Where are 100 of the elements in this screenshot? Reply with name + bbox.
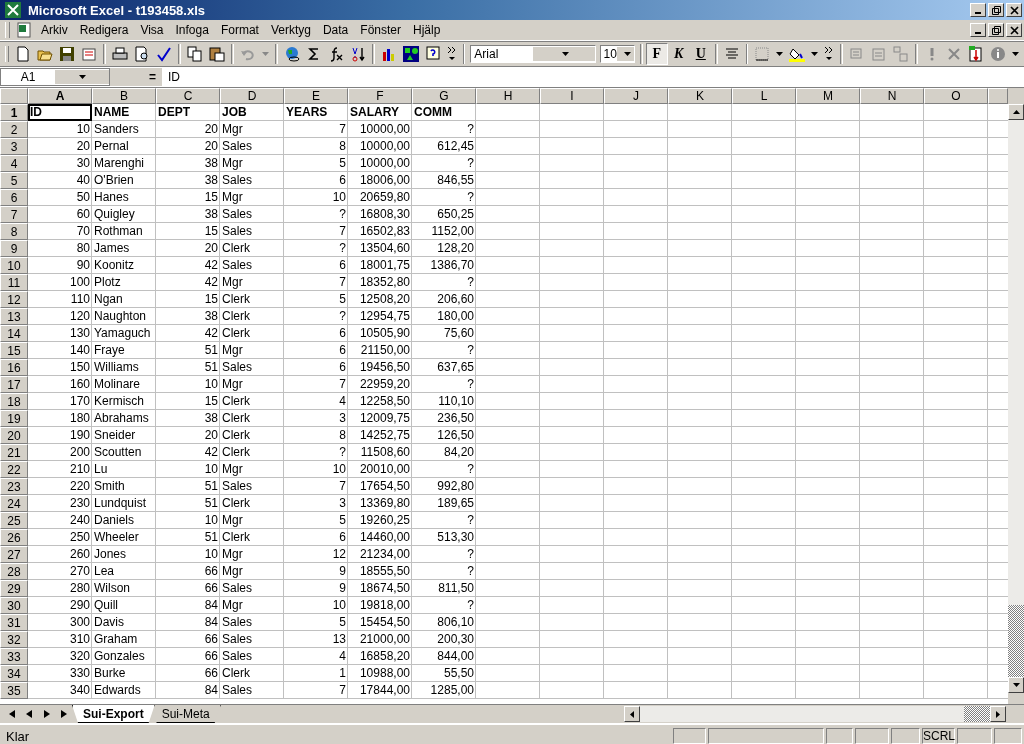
minimize-button[interactable] <box>970 23 986 37</box>
caret-icon[interactable] <box>776 50 784 58</box>
row-header[interactable]: 27 <box>0 546 28 563</box>
row-header[interactable]: 18 <box>0 393 28 410</box>
menu-item[interactable]: Redigera <box>73 23 135 37</box>
caret-icon[interactable] <box>78 73 86 81</box>
row-header[interactable]: 25 <box>0 512 28 529</box>
scroll-down-button[interactable] <box>1008 677 1024 693</box>
row-header[interactable]: 29 <box>0 580 28 597</box>
row-header[interactable]: 15 <box>0 342 28 359</box>
row-header[interactable]: 21 <box>0 444 28 461</box>
column-header[interactable]: B <box>92 88 156 104</box>
center-align-icon[interactable] <box>723 46 740 62</box>
row-header[interactable]: 19 <box>0 410 28 427</box>
row-header[interactable]: 30 <box>0 597 28 614</box>
fill-color-icon[interactable] <box>789 46 806 62</box>
bold-button[interactable]: F <box>645 43 668 65</box>
column-header[interactable]: E <box>284 88 348 104</box>
row-header[interactable]: 2 <box>0 121 28 138</box>
row-header[interactable]: 33 <box>0 648 28 665</box>
info-icon[interactable] <box>990 46 1006 62</box>
caret-icon[interactable] <box>561 50 569 58</box>
column-header[interactable]: M <box>796 88 860 104</box>
help-icon[interactable] <box>424 46 441 62</box>
column-header[interactable] <box>988 88 1008 104</box>
chevron-icon[interactable] <box>824 46 835 62</box>
column-header[interactable]: F <box>348 88 412 104</box>
scroll-thumb[interactable] <box>964 706 990 722</box>
column-header[interactable]: J <box>604 88 668 104</box>
column-header[interactable]: N <box>860 88 924 104</box>
row-header[interactable]: 31 <box>0 614 28 631</box>
column-header[interactable]: G <box>412 88 476 104</box>
italic-button[interactable]: K <box>667 43 690 65</box>
copy-icon[interactable] <box>187 46 204 62</box>
row-header[interactable]: 12 <box>0 291 28 308</box>
excel-icon[interactable] <box>5 2 21 18</box>
name-box[interactable]: A1 <box>0 68 110 86</box>
row-header[interactable]: 24 <box>0 495 28 512</box>
row-header[interactable]: 20 <box>0 427 28 444</box>
menu-item[interactable]: Visa <box>134 23 170 37</box>
row-header[interactable]: 35 <box>0 682 28 699</box>
column-header[interactable]: D <box>220 88 284 104</box>
row-header[interactable]: 3 <box>0 138 28 155</box>
column-header[interactable]: I <box>540 88 604 104</box>
column-header[interactable]: C <box>156 88 220 104</box>
row-header[interactable]: 1 <box>0 104 28 121</box>
map-icon[interactable] <box>402 46 419 62</box>
formula-input[interactable]: ID <box>162 70 1024 84</box>
restore-button[interactable] <box>988 3 1004 17</box>
globe-icon[interactable] <box>283 46 300 62</box>
minimize-button[interactable] <box>970 3 986 17</box>
mail-icon[interactable] <box>81 46 98 62</box>
scroll-up-button[interactable] <box>1008 104 1024 120</box>
paste-icon[interactable] <box>209 46 226 62</box>
menu-item[interactable]: Data <box>316 23 355 37</box>
caret-icon[interactable] <box>623 50 631 58</box>
column-header[interactable]: H <box>476 88 540 104</box>
menu-item[interactable]: Infoga <box>169 23 215 37</box>
font-dropdown[interactable]: Arial <box>470 45 596 63</box>
spelling-icon[interactable] <box>156 46 173 62</box>
scroll-left-button[interactable] <box>624 706 640 722</box>
menu-item[interactable]: Fönster <box>354 23 407 37</box>
row-header[interactable]: 14 <box>0 325 28 342</box>
chart-icon[interactable] <box>380 46 397 62</box>
save-icon[interactable] <box>59 46 76 62</box>
row-header[interactable]: 11 <box>0 274 28 291</box>
scroll-thumb[interactable] <box>1008 605 1024 677</box>
row-header[interactable]: 32 <box>0 631 28 648</box>
row-header[interactable]: 6 <box>0 189 28 206</box>
row-header[interactable]: 10 <box>0 257 28 274</box>
select-all-button[interactable] <box>0 88 28 104</box>
menu-item[interactable]: Arkiv <box>35 23 74 37</box>
row-header[interactable]: 13 <box>0 308 28 325</box>
sort-ascending-icon[interactable] <box>349 46 366 62</box>
row-header[interactable]: 5 <box>0 172 28 189</box>
row-header[interactable]: 34 <box>0 665 28 682</box>
sheet-tab[interactable]: Sui-Export <box>72 705 155 723</box>
row-header[interactable]: 23 <box>0 478 28 495</box>
row-header[interactable]: 26 <box>0 529 28 546</box>
menu-item[interactable]: Hjälp <box>407 23 447 37</box>
row-header[interactable]: 22 <box>0 461 28 478</box>
workbook-icon[interactable] <box>16 22 32 38</box>
print-preview-icon[interactable] <box>134 46 151 62</box>
menu-item[interactable]: Format <box>214 23 265 37</box>
row-header[interactable]: 16 <box>0 359 28 376</box>
column-header[interactable]: K <box>668 88 732 104</box>
row-header[interactable]: 4 <box>0 155 28 172</box>
row-header[interactable]: 28 <box>0 563 28 580</box>
close-button[interactable] <box>1006 3 1022 17</box>
scroll-right-button[interactable] <box>990 706 1006 722</box>
caret-icon[interactable] <box>1012 50 1019 58</box>
underline-button[interactable]: U <box>689 43 712 65</box>
menu-item[interactable]: Verktyg <box>264 23 317 37</box>
borders-icon[interactable] <box>754 46 771 62</box>
caret-icon[interactable] <box>811 50 819 58</box>
new-document-icon[interactable] <box>15 46 32 62</box>
row-header[interactable]: 8 <box>0 223 28 240</box>
restore-button[interactable] <box>988 23 1004 37</box>
font-size-dropdown[interactable]: 10 <box>599 45 635 63</box>
row-header[interactable]: 9 <box>0 240 28 257</box>
